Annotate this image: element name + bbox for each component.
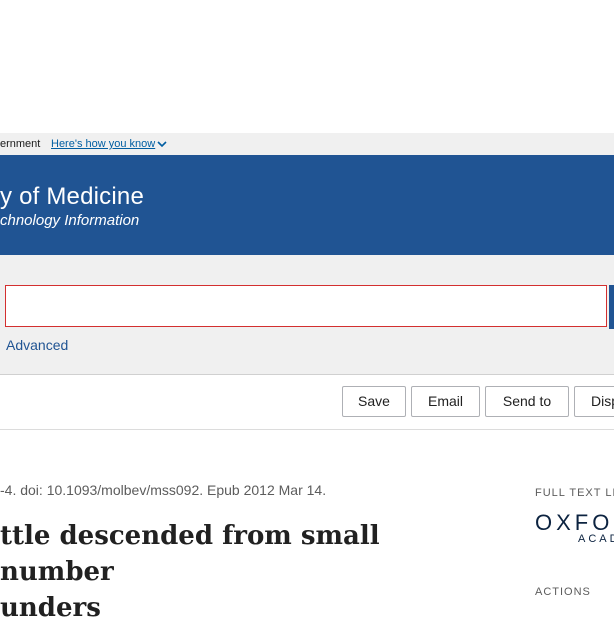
send-to-button[interactable]: Send to <box>485 386 569 417</box>
publisher-logo-sub: ACAD <box>578 533 614 545</box>
display-options-button[interactable]: Disp <box>574 386 614 417</box>
publisher-full-text-link[interactable]: OXFO ACAD <box>535 510 614 545</box>
search-area: Advanced <box>0 255 614 375</box>
article-citation: -4. doi: 10.1093/molbev/mss092. Epub 201… <box>0 482 327 498</box>
advanced-search-link[interactable]: Advanced <box>6 337 68 353</box>
email-button[interactable]: Email <box>411 386 480 417</box>
save-button[interactable]: Save <box>342 386 406 417</box>
site-header: y of Medicine chnology Information <box>0 155 614 255</box>
article-title: ttle descended from small number unders <box>0 518 500 626</box>
org-subtitle[interactable]: chnology Information <box>0 212 139 229</box>
publisher-logo-main: OXFO <box>535 510 614 535</box>
heres-how-you-know-label: Here's how you know <box>51 138 156 150</box>
heres-how-you-know-link[interactable]: Here's how you know <box>51 138 167 150</box>
chevron-down-icon <box>157 141 167 148</box>
gov-banner-text: ernment <box>0 138 41 150</box>
full-text-links-heading: FULL TEXT LIN <box>535 487 614 499</box>
article-title-line-2: unders <box>0 593 101 623</box>
org-name[interactable]: y of Medicine <box>0 183 144 211</box>
article-actions-bar: Save Email Send to Disp <box>0 375 614 430</box>
gov-banner: ernment Here's how you know <box>0 133 614 155</box>
search-input[interactable] <box>5 285 607 327</box>
search-button[interactable] <box>609 285 614 329</box>
actions-heading: ACTIONS <box>535 586 591 598</box>
article-title-line-1: ttle descended from small number <box>0 521 380 587</box>
